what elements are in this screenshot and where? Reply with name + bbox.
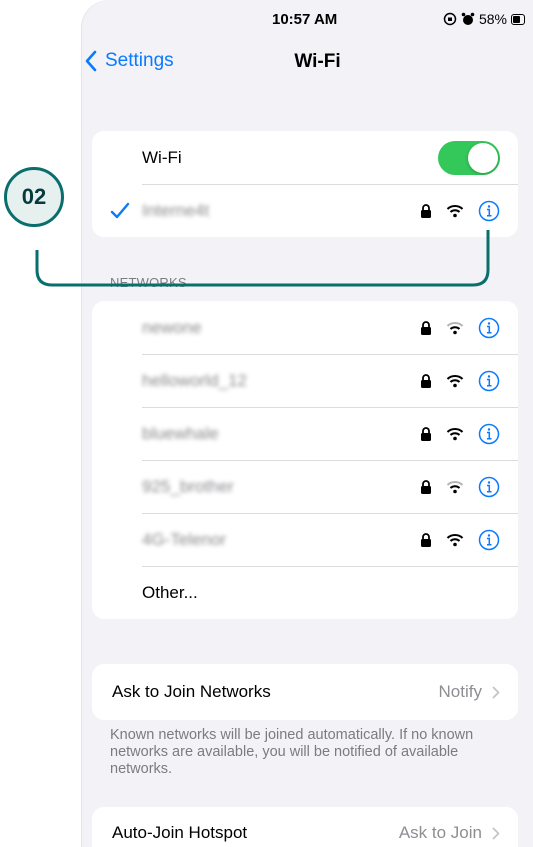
network-icons xyxy=(420,423,500,445)
alarm-icon xyxy=(461,12,475,25)
network-row[interactable]: bluewhale xyxy=(92,407,518,460)
info-icon[interactable] xyxy=(478,529,500,551)
wifi-icon xyxy=(446,480,464,493)
auto-join-row[interactable]: Auto-Join Hotspot Ask to Join xyxy=(92,807,518,847)
connected-network-name: Interne4t xyxy=(142,200,210,220)
info-icon[interactable] xyxy=(478,370,500,392)
lock-icon xyxy=(421,426,431,441)
wifi-icon xyxy=(446,427,464,440)
other-network-row[interactable]: Other... xyxy=(92,566,518,619)
info-icon[interactable] xyxy=(478,317,500,339)
auto-join-label: Auto-Join Hotspot xyxy=(112,823,248,842)
network-name: newone xyxy=(142,317,202,337)
ask-to-join-value-text: Notify xyxy=(438,682,482,701)
ask-to-join-value: Notify xyxy=(439,682,500,702)
network-name: helloworld_12 xyxy=(142,370,247,390)
wifi-icon xyxy=(446,321,464,334)
auto-join-card: Auto-Join Hotspot Ask to Join xyxy=(92,807,518,847)
toggle-knob xyxy=(468,143,498,173)
network-name: 4G-Telenor xyxy=(142,529,227,549)
lock-icon xyxy=(421,479,431,494)
wifi-icon xyxy=(446,533,464,546)
chevron-right-icon xyxy=(492,686,500,698)
network-icons xyxy=(420,476,500,498)
wifi-card: Wi-Fi Interne4t xyxy=(92,131,518,237)
navigation-bar: Settings Wi-Fi xyxy=(82,42,533,82)
info-icon[interactable] xyxy=(478,423,500,445)
networks-section-header: NETWORKS xyxy=(110,275,187,290)
phone-screen: 10:57 AM 58% Settings Wi-Fi Wi-Fi Intern… xyxy=(82,0,533,847)
wifi-icon xyxy=(446,374,464,387)
status-bar: 10:57 AM 58% xyxy=(82,0,533,40)
connected-network-row[interactable]: Interne4t xyxy=(92,184,518,237)
lock-icon xyxy=(421,320,431,335)
status-icons: 58% xyxy=(443,11,525,27)
ask-to-join-label: Ask to Join Networks xyxy=(112,682,271,701)
network-icons xyxy=(420,317,500,339)
other-network-label: Other... xyxy=(142,582,198,602)
info-icon[interactable] xyxy=(478,476,500,498)
status-time: 10:57 AM xyxy=(272,11,338,28)
auto-join-value-text: Ask to Join xyxy=(398,823,482,842)
lock-icon xyxy=(421,532,431,547)
rotation-lock-icon xyxy=(443,12,457,26)
network-row[interactable]: 925_brother xyxy=(92,460,518,513)
network-row[interactable]: 4G-Telenor xyxy=(92,513,518,566)
wifi-toggle[interactable] xyxy=(438,141,500,175)
page-title: Wi-Fi xyxy=(294,51,341,72)
wifi-toggle-row: Wi-Fi xyxy=(92,131,518,184)
chevron-right-icon xyxy=(492,827,500,839)
lock-icon xyxy=(421,203,431,218)
battery-percent: 58% xyxy=(478,11,507,27)
lock-icon xyxy=(421,373,431,388)
networks-card: newone helloworld_12 bluewhale 925_broth… xyxy=(92,301,518,619)
info-icon[interactable] xyxy=(478,200,500,222)
network-icons xyxy=(420,529,500,551)
auto-join-value: Ask to Join xyxy=(399,823,500,843)
network-icons xyxy=(420,200,500,222)
wifi-icon xyxy=(446,204,464,217)
ask-to-join-card: Ask to Join Networks Notify xyxy=(92,664,518,720)
network-name: bluewhale xyxy=(142,423,219,443)
battery-icon xyxy=(511,13,525,25)
ask-to-join-footer: Known networks will be joined automatica… xyxy=(110,727,474,777)
checkmark-icon xyxy=(110,202,130,219)
ask-to-join-row[interactable]: Ask to Join Networks Notify xyxy=(92,664,518,720)
network-icons xyxy=(420,370,500,392)
step-badge: 02 xyxy=(4,167,64,227)
network-row[interactable]: newone xyxy=(92,301,518,354)
network-name: 925_brother xyxy=(142,476,234,496)
wifi-toggle-label: Wi-Fi xyxy=(142,147,182,167)
network-row[interactable]: helloworld_12 xyxy=(92,354,518,407)
